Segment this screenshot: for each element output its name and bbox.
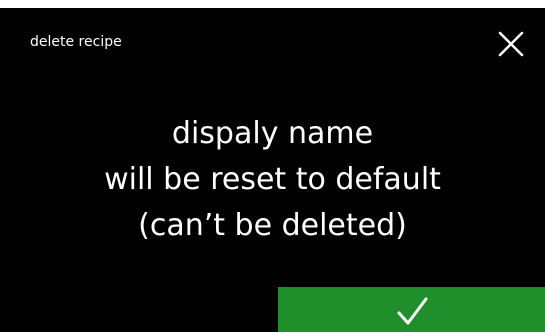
message-line-3: (can’t be deleted) bbox=[138, 208, 407, 243]
dialog-screen: delete recipe dispaly name will be reset… bbox=[0, 8, 545, 332]
dialog-title: delete recipe bbox=[30, 34, 122, 50]
close-button[interactable] bbox=[494, 27, 528, 61]
confirm-button-bg bbox=[278, 287, 545, 332]
message-line-2: will be reset to default bbox=[104, 162, 441, 197]
confirm-button[interactable] bbox=[278, 287, 545, 332]
close-icon bbox=[498, 31, 524, 57]
dialog-message: dispaly name will be reset to default (c… bbox=[0, 111, 545, 249]
message-line-1: dispaly name bbox=[171, 116, 374, 151]
